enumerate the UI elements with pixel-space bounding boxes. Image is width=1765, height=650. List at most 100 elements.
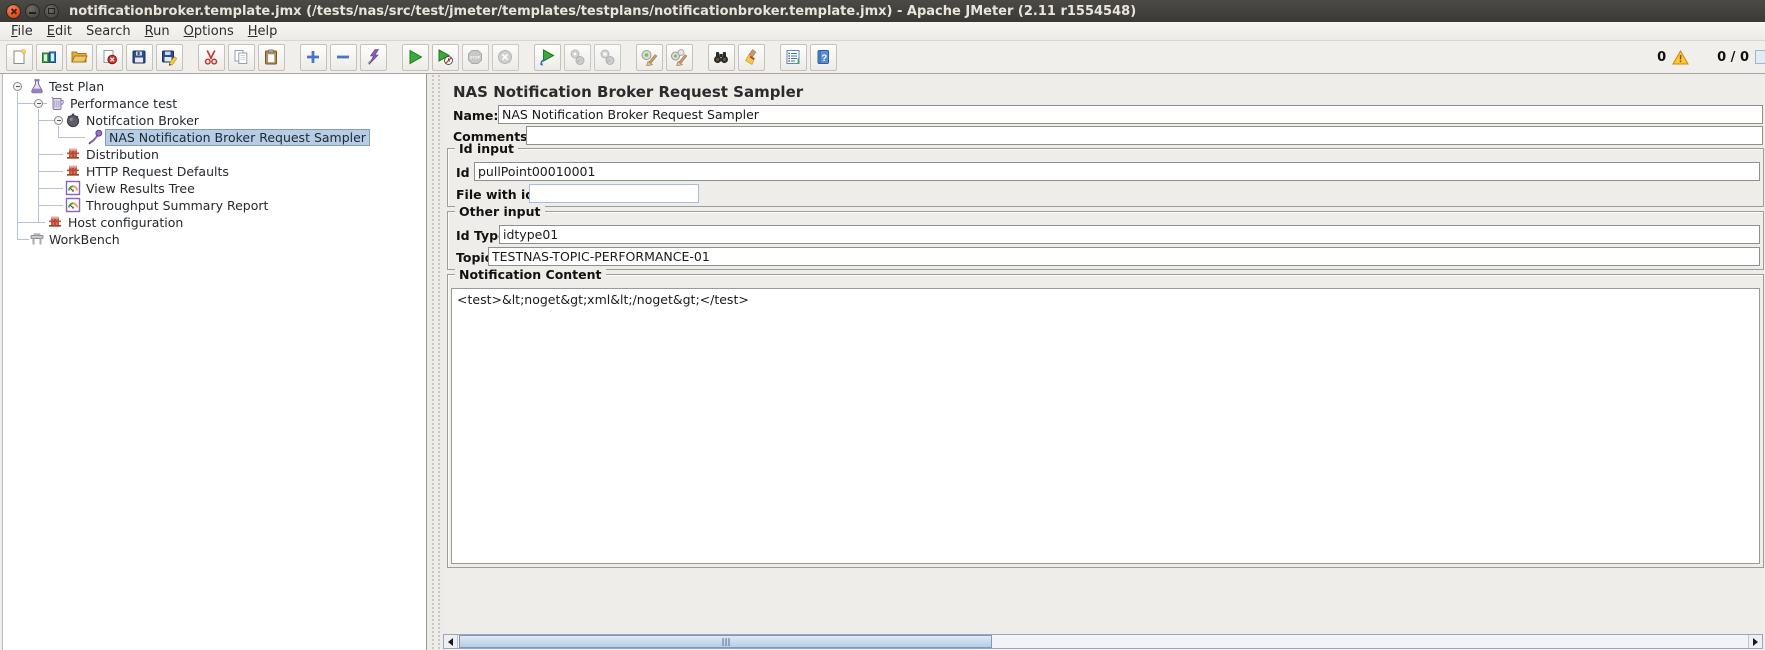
clear-all-button[interactable] (666, 44, 693, 71)
expand-all-button[interactable] (300, 44, 327, 71)
stop-button[interactable]: STOP (462, 44, 489, 71)
other-input-group-title: Other input (455, 204, 545, 219)
plus-icon (304, 48, 322, 66)
menu-run[interactable]: Run (138, 24, 177, 39)
save-button[interactable] (126, 44, 153, 71)
svg-text:STOP: STOP (470, 56, 481, 60)
tree-node-http-request-defaults[interactable]: HTTP Request Defaults (3, 163, 426, 180)
tree-node-view-results-tree[interactable]: View Results Tree (3, 180, 426, 197)
content-area: Test Plan Performance test Notifcation B… (0, 74, 1765, 650)
new-file-button[interactable] (6, 44, 33, 71)
tree-node-notification-broker[interactable]: Notifcation Broker (3, 112, 426, 129)
save-icon (130, 48, 148, 66)
remote-stop-all-button[interactable] (564, 44, 591, 71)
shutdown-icon (496, 48, 514, 66)
stop-icon: STOP (466, 48, 484, 66)
tree-node-performance-test[interactable]: Performance test (3, 95, 426, 112)
jmeter-window: notificationbroker.template.jmx (/tests/… (0, 0, 1765, 650)
templates-button[interactable] (36, 44, 63, 71)
remote-stop-icon (568, 48, 586, 66)
start-no-timers-icon (436, 48, 454, 66)
remote-start-all-button[interactable] (534, 44, 561, 71)
controller-icon (65, 112, 81, 128)
remote-start-icon (538, 48, 556, 66)
window-close-button[interactable] (6, 4, 21, 19)
menu-edit[interactable]: Edit (40, 24, 79, 39)
menu-help[interactable]: Help (241, 24, 285, 39)
svg-text:?: ? (821, 53, 827, 64)
paste-button[interactable] (258, 44, 285, 71)
title-bar: notificationbroker.template.jmx (/tests/… (0, 0, 1765, 22)
clear-all-icon (670, 48, 688, 66)
arrow-right-icon (1753, 638, 1758, 646)
topic-input[interactable] (488, 247, 1760, 266)
config-element-icon (65, 163, 81, 179)
test-plan-tree[interactable]: Test Plan Performance test Notifcation B… (2, 74, 427, 650)
cut-button[interactable] (198, 44, 225, 71)
name-input[interactable] (498, 105, 1763, 124)
new-file-icon (10, 48, 28, 66)
workbench-icon (29, 231, 45, 247)
notification-content-group-title: Notification Content (455, 267, 606, 282)
config-element-icon (65, 146, 81, 162)
copy-icon (232, 48, 250, 66)
topic-label: Topic (456, 250, 492, 265)
remote-shutdown-icon (598, 48, 616, 66)
page-title: NAS Notification Broker Request Sampler (453, 83, 803, 101)
tree-node-nas-sampler[interactable]: NAS Notification Broker Request Sampler (3, 129, 426, 146)
minimize-icon (29, 12, 36, 14)
other-input-group: Other input Id Type Topic (447, 211, 1764, 270)
tree-node-throughput-summary-report[interactable]: Throughput Summary Report (3, 197, 426, 214)
remote-shutdown-all-button[interactable] (594, 44, 621, 71)
id-input-group: Id input Id File with ids (447, 148, 1764, 207)
active-threads-count: 0 / 0 (1717, 50, 1749, 65)
clear-button[interactable] (636, 44, 663, 71)
save-as-button[interactable] (156, 44, 183, 71)
function-helper-button[interactable] (780, 44, 807, 71)
copy-button[interactable] (228, 44, 255, 71)
horizontal-scrollbar[interactable] (443, 634, 1763, 649)
shutdown-button[interactable] (492, 44, 519, 71)
menu-bar: File Edit Search Run Options Help (0, 22, 1765, 41)
scroll-right-button[interactable] (1748, 635, 1762, 648)
search-button[interactable] (708, 44, 735, 71)
clear-icon (640, 48, 658, 66)
warning-icon[interactable] (1672, 50, 1689, 65)
sampler-icon (87, 129, 103, 145)
tree-node-test-plan[interactable]: Test Plan (3, 78, 426, 95)
close-file-button[interactable] (96, 44, 123, 71)
tree-node-workbench[interactable]: WorkBench (3, 231, 426, 248)
menu-search[interactable]: Search (79, 24, 138, 39)
start-button[interactable] (402, 44, 429, 71)
window-maximize-button[interactable] (44, 4, 59, 19)
scrollbar-thumb[interactable] (459, 635, 992, 648)
id-input[interactable] (474, 162, 1760, 181)
tree-node-host-configuration[interactable]: Host configuration (3, 214, 426, 231)
start-no-timers-button[interactable] (432, 44, 459, 71)
file-with-ids-input[interactable] (529, 184, 699, 203)
config-element-icon (47, 214, 63, 230)
scroll-left-button[interactable] (444, 635, 458, 648)
menu-options[interactable]: Options (177, 24, 241, 39)
window-minimize-button[interactable] (25, 4, 40, 19)
function-helper-icon (784, 48, 802, 66)
toolbar: STOP ? 0 0 / 0 (0, 41, 1765, 74)
help-button[interactable]: ? (810, 44, 837, 71)
divider-grip (437, 74, 441, 650)
search-reset-button[interactable] (738, 44, 765, 71)
id-label: Id (456, 165, 470, 180)
collapse-all-button[interactable] (330, 44, 357, 71)
split-pane-divider[interactable] (428, 74, 445, 650)
toggle-button[interactable] (360, 44, 387, 71)
id-input-group-title: Id input (455, 141, 518, 156)
tree-selected-label: NAS Notification Broker Request Sampler (105, 129, 370, 146)
menu-file[interactable]: File (4, 24, 40, 39)
id-type-input[interactable] (499, 225, 1760, 244)
comments-input[interactable] (526, 126, 1763, 145)
notification-content-textarea[interactable]: <test>&lt;noget&gt;xml&lt;/noget&gt;</te… (451, 288, 1760, 564)
open-button[interactable] (66, 44, 93, 71)
close-file-icon (100, 48, 118, 66)
minus-icon (334, 48, 352, 66)
tree-node-distribution[interactable]: Distribution (3, 146, 426, 163)
help-book-icon: ? (814, 48, 832, 66)
